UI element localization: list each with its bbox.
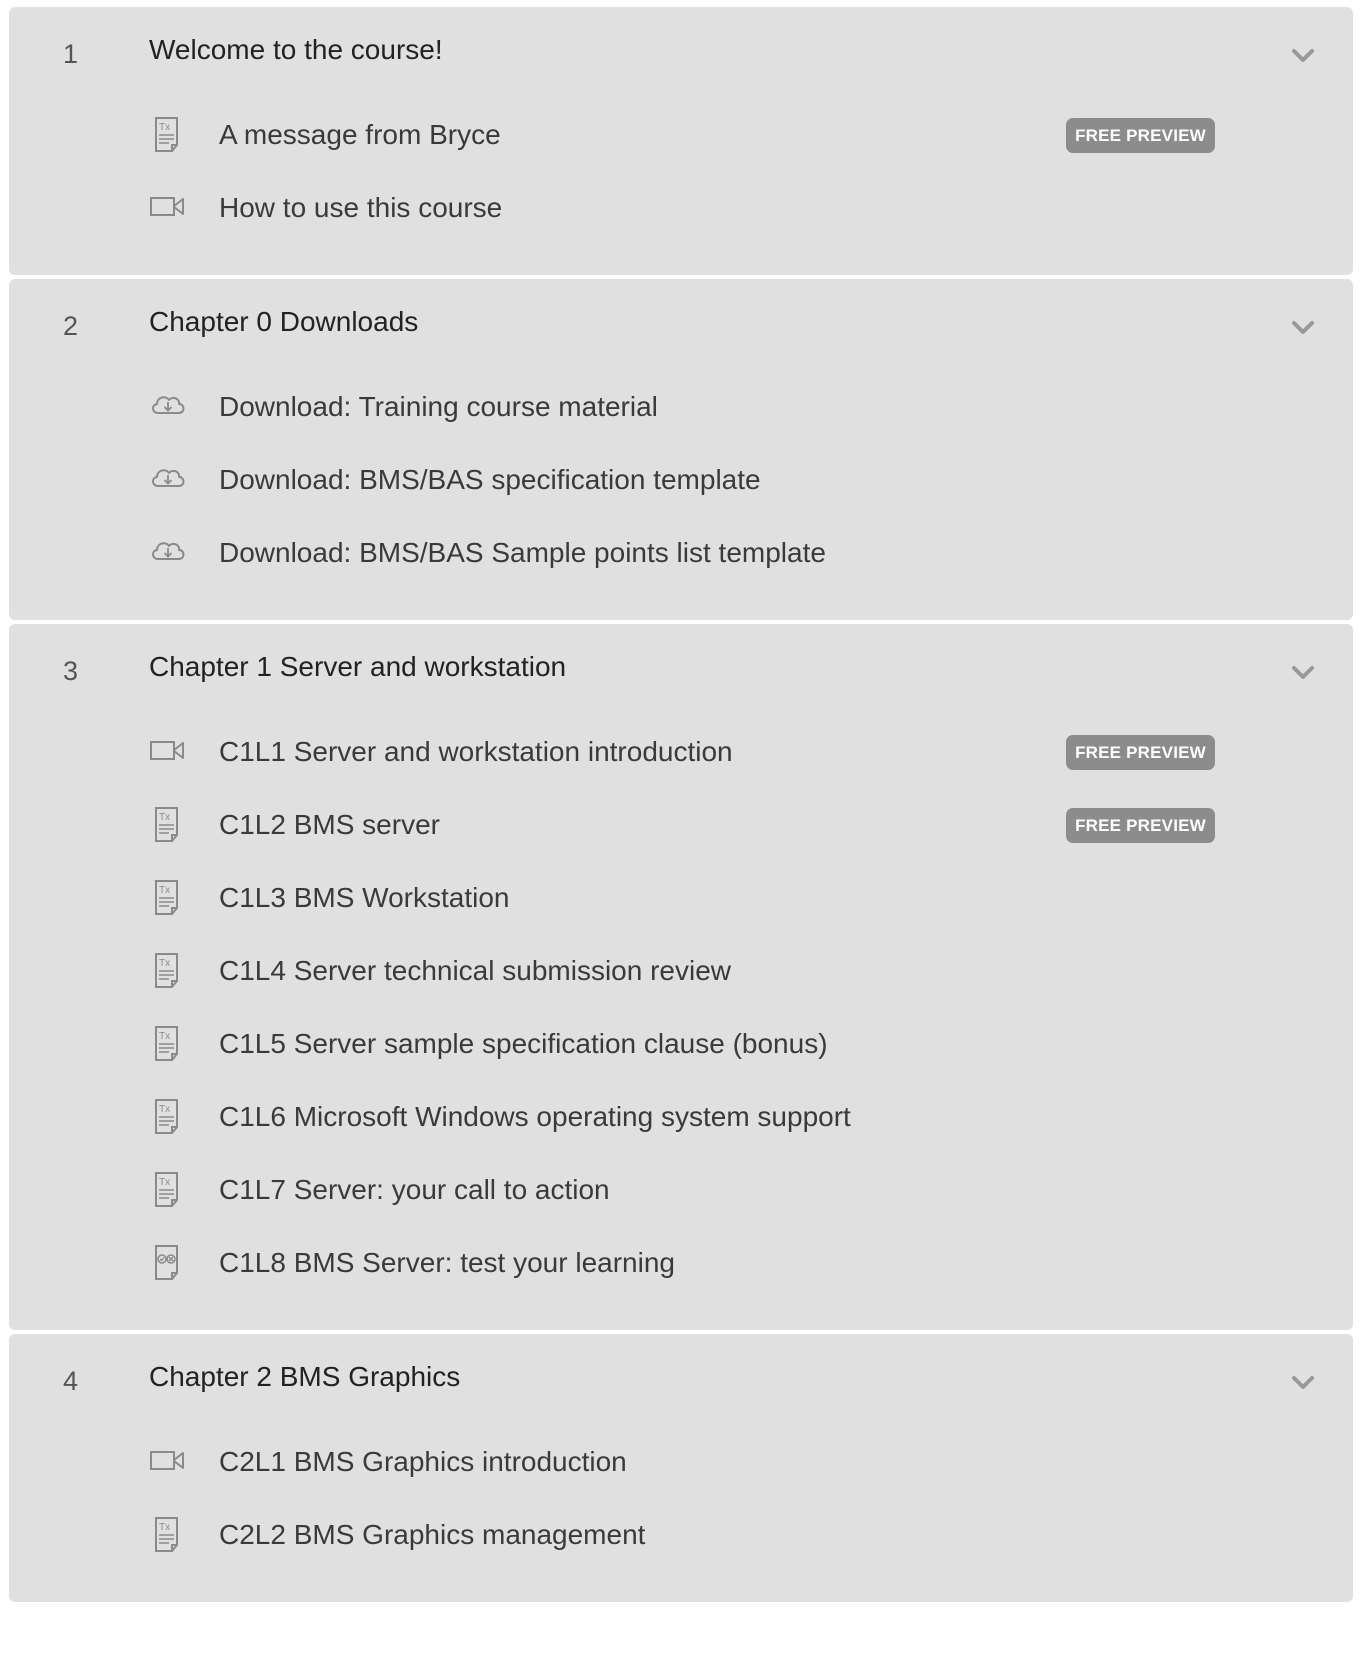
lesson-item[interactable]: Tx C1L4 Server technical submission revi… bbox=[9, 935, 1353, 1008]
svg-text:Tx: Tx bbox=[159, 812, 170, 823]
cloud-download-icon bbox=[149, 533, 189, 573]
free-preview-badge[interactable]: FREE PREVIEW bbox=[1066, 735, 1215, 770]
text-document-icon: Tx bbox=[149, 805, 189, 845]
section-title: Chapter 0 Downloads bbox=[149, 306, 419, 337]
lesson-item[interactable]: C2L1 BMS Graphics introduction bbox=[9, 1426, 1353, 1499]
lesson-title: C1L1 Server and workstation introduction bbox=[219, 736, 733, 767]
lesson-item[interactable]: How to use this course bbox=[9, 172, 1353, 245]
lesson-title: How to use this course bbox=[219, 192, 503, 223]
lesson-title: C1L4 Server technical submission review bbox=[219, 955, 731, 986]
course-curriculum: 1 Welcome to the course! Tx A message fr… bbox=[9, 7, 1353, 1606]
svg-text:Tx: Tx bbox=[159, 122, 170, 133]
lesson-item[interactable]: Tx C2L2 BMS Graphics management bbox=[9, 1499, 1353, 1572]
section-header[interactable]: 4 Chapter 2 BMS Graphics bbox=[9, 1334, 1353, 1426]
svg-text:Tx: Tx bbox=[159, 1522, 170, 1533]
svg-text:Tx: Tx bbox=[159, 1104, 170, 1115]
text-document-icon: Tx bbox=[149, 951, 189, 991]
lesson-title: C1L7 Server: your call to action bbox=[219, 1174, 610, 1205]
curriculum-section: 3 Chapter 1 Server and workstation C1L1 … bbox=[9, 624, 1353, 1330]
section-title: Chapter 2 BMS Graphics bbox=[149, 1361, 461, 1392]
section-number: 4 bbox=[63, 1366, 79, 1396]
lesson-item[interactable]: Download: BMS/BAS Sample points list tem… bbox=[9, 517, 1353, 590]
video-icon bbox=[149, 1442, 189, 1482]
lesson-item[interactable]: Tx C1L6 Microsoft Windows operating syst… bbox=[9, 1081, 1353, 1154]
lesson-title: C1L8 BMS Server: test your learning bbox=[219, 1247, 675, 1278]
section-number: 2 bbox=[63, 311, 79, 341]
curriculum-section: 4 Chapter 2 BMS Graphics C2L1 BMS Graphi… bbox=[9, 1334, 1353, 1602]
section-header[interactable]: 2 Chapter 0 Downloads bbox=[9, 279, 1353, 371]
lesson-list: C1L1 Server and workstation introduction… bbox=[9, 716, 1353, 1330]
lesson-title: Download: Training course material bbox=[219, 391, 658, 422]
cloud-download-icon bbox=[149, 460, 189, 500]
cloud-download-icon bbox=[149, 387, 189, 427]
lesson-list: C2L1 BMS Graphics introduction Tx C2L2 B… bbox=[9, 1426, 1353, 1602]
lesson-title: Download: BMS/BAS specification template bbox=[219, 464, 761, 495]
section-number: 1 bbox=[63, 39, 79, 69]
lesson-list: Download: Training course material Downl… bbox=[9, 371, 1353, 620]
section-title: Welcome to the course! bbox=[149, 34, 443, 65]
video-icon bbox=[149, 188, 189, 228]
lesson-title: A message from Bryce bbox=[219, 119, 501, 150]
lesson-title: C2L2 BMS Graphics management bbox=[219, 1519, 646, 1550]
curriculum-section: 1 Welcome to the course! Tx A message fr… bbox=[9, 7, 1353, 275]
section-number: 3 bbox=[63, 656, 79, 686]
lesson-item[interactable]: Tx C1L5 Server sample specification clau… bbox=[9, 1008, 1353, 1081]
text-document-icon: Tx bbox=[149, 1170, 189, 1210]
text-document-icon: Tx bbox=[149, 1024, 189, 1064]
lesson-item[interactable]: Tx C1L2 BMS server FREE PREVIEW bbox=[9, 789, 1353, 862]
free-preview-badge[interactable]: FREE PREVIEW bbox=[1066, 808, 1215, 843]
lesson-item[interactable]: Tx C1L3 BMS Workstation bbox=[9, 862, 1353, 935]
lesson-list: Tx A message from Bryce FREE PREVIEW How… bbox=[9, 99, 1353, 275]
lesson-title: Download: BMS/BAS Sample points list tem… bbox=[219, 537, 826, 568]
lesson-item[interactable]: Download: BMS/BAS specification template bbox=[9, 444, 1353, 517]
text-document-icon: Tx bbox=[149, 878, 189, 918]
chevron-down-icon[interactable] bbox=[1291, 660, 1315, 684]
chevron-down-icon[interactable] bbox=[1291, 315, 1315, 339]
svg-text:Tx: Tx bbox=[159, 958, 170, 969]
text-document-icon: Tx bbox=[149, 115, 189, 155]
lesson-item[interactable]: C1L1 Server and workstation introduction… bbox=[9, 716, 1353, 789]
video-icon bbox=[149, 732, 189, 772]
text-document-icon: Tx bbox=[149, 1097, 189, 1137]
lesson-item[interactable]: Tx A message from Bryce FREE PREVIEW bbox=[9, 99, 1353, 172]
lesson-item[interactable]: C1L8 BMS Server: test your learning bbox=[9, 1227, 1353, 1300]
lesson-title: C2L1 BMS Graphics introduction bbox=[219, 1446, 627, 1477]
chevron-down-icon[interactable] bbox=[1291, 1370, 1315, 1394]
lesson-title: C1L3 BMS Workstation bbox=[219, 882, 510, 913]
curriculum-section: 2 Chapter 0 Downloads Download: Training… bbox=[9, 279, 1353, 620]
svg-text:Tx: Tx bbox=[159, 885, 170, 896]
lesson-title: C1L6 Microsoft Windows operating system … bbox=[219, 1101, 851, 1132]
lesson-item[interactable]: Tx C1L7 Server: your call to action bbox=[9, 1154, 1353, 1227]
lesson-title: C1L2 BMS server bbox=[219, 809, 440, 840]
quiz-icon bbox=[149, 1243, 189, 1283]
svg-text:Tx: Tx bbox=[159, 1031, 170, 1042]
chevron-down-icon[interactable] bbox=[1291, 43, 1315, 67]
lesson-title: C1L5 Server sample specification clause … bbox=[219, 1028, 828, 1059]
section-header[interactable]: 1 Welcome to the course! bbox=[9, 7, 1353, 99]
text-document-icon: Tx bbox=[149, 1515, 189, 1555]
lesson-item[interactable]: Download: Training course material bbox=[9, 371, 1353, 444]
free-preview-badge[interactable]: FREE PREVIEW bbox=[1066, 118, 1215, 153]
section-header[interactable]: 3 Chapter 1 Server and workstation bbox=[9, 624, 1353, 716]
section-title: Chapter 1 Server and workstation bbox=[149, 651, 567, 682]
svg-text:Tx: Tx bbox=[159, 1177, 170, 1188]
